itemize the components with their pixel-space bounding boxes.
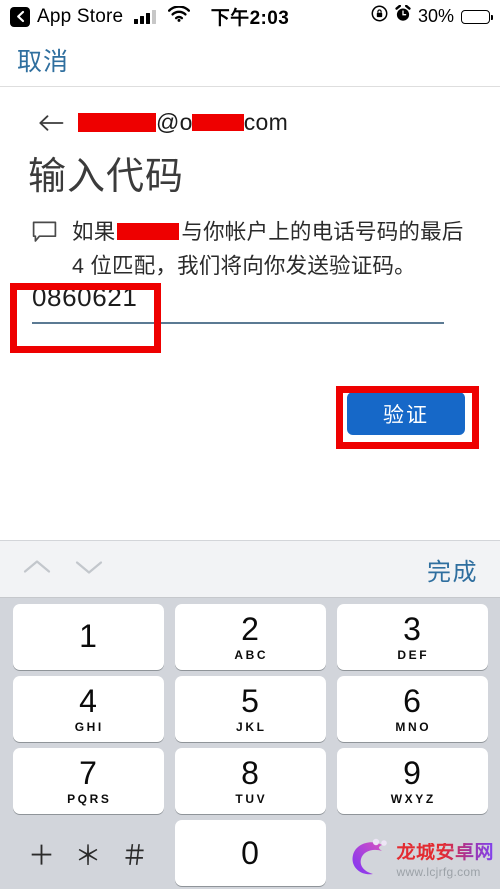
- key-letters: WXYZ: [390, 791, 436, 806]
- wifi-icon: [168, 4, 191, 28]
- key-number: 6: [403, 682, 421, 719]
- key-9[interactable]: 9 WXYZ: [336, 748, 488, 814]
- chevron-down-icon[interactable]: [74, 558, 104, 581]
- key-1[interactable]: 1: [12, 604, 164, 670]
- chevron-up-icon[interactable]: [22, 558, 52, 581]
- code-input[interactable]: 0860621: [32, 282, 444, 324]
- keypad-row: 1 2 ABC 3 DEF: [7, 604, 493, 670]
- watermark-site-name: 龙城安卓网: [396, 842, 494, 863]
- key-8[interactable]: 8 TUV: [174, 748, 326, 814]
- watermark-site-url: www.lcjrfg.com: [396, 865, 481, 879]
- instruction-note: 如果 与你帐户上的电话号码的最后 4 位匹配，我们将向你发送验证码。: [32, 215, 474, 283]
- status-bar-right: 30%: [371, 4, 493, 28]
- status-bar-back-app-label[interactable]: App Store: [37, 6, 123, 28]
- key-letters: ABC: [234, 647, 269, 662]
- account-email: @o com: [78, 109, 288, 136]
- key-6[interactable]: 6 MNO: [336, 676, 488, 742]
- redaction-domain: [191, 114, 244, 131]
- key-number: 8: [241, 754, 259, 791]
- email-domain-prefix: @o: [156, 109, 193, 135]
- key-symbols[interactable]: ＋ ＊ ＃: [13, 820, 164, 886]
- chevron-left-icon[interactable]: [10, 6, 30, 27]
- key-2[interactable]: 2 ABC: [174, 604, 326, 670]
- redaction-phone: [117, 222, 180, 240]
- code-input-value[interactable]: 0860621: [32, 282, 444, 322]
- key-number: 9: [403, 754, 421, 791]
- key-number: 7: [79, 754, 97, 791]
- dragon-c-logo-icon: [346, 836, 392, 885]
- key-letters: JKL: [236, 719, 267, 734]
- key-letters: GHI: [74, 719, 104, 734]
- key-5[interactable]: 5 JKL: [174, 676, 326, 742]
- message-bubble-icon: [32, 221, 57, 283]
- rotation-lock-icon: [371, 5, 388, 28]
- page-title: 输入代码: [28, 156, 185, 198]
- email-domain-suffix: com: [243, 109, 289, 135]
- cancel-button[interactable]: 取消: [17, 42, 69, 78]
- main-content: @o com 输入代码 如果 与你帐户上的电话号码的最后 4 位匹配，我们将向你发送…: [0, 87, 500, 540]
- top-action-bar: 取消: [0, 33, 500, 86]
- account-row: @o com: [38, 109, 288, 136]
- field-navigation-group: [22, 558, 104, 581]
- keyboard-done-button[interactable]: 完成: [427, 552, 478, 587]
- key-number: 1: [79, 617, 97, 654]
- key-letters: PQRS: [67, 791, 112, 806]
- instruction-text: 如果 与你帐户上的电话号码的最后 4 位匹配，我们将向你发送验证码。: [72, 215, 474, 283]
- key-number: 0: [241, 835, 259, 871]
- instruction-text-before: 如果: [72, 220, 116, 244]
- keyboard-accessory-bar: 完成: [0, 540, 500, 598]
- status-bar-left: App Store: [10, 4, 191, 28]
- key-letters: MNO: [395, 719, 432, 734]
- code-input-underline: [32, 322, 444, 324]
- battery-percent-label: 30%: [417, 6, 454, 26]
- keypad-row: 4 GHI 5 JKL 6 MNO: [7, 676, 493, 742]
- keypad-row: 7 PQRS 8 TUV 9 WXYZ: [7, 748, 493, 814]
- alarm-clock-icon: [395, 4, 411, 28]
- key-number: 4: [79, 682, 97, 719]
- site-watermark: 龙城安卓网 www.lcjrfg.com: [346, 836, 494, 885]
- cellular-signal-icon: [134, 9, 157, 24]
- status-bar: App Store 下午2:03 30%: [0, 0, 500, 33]
- phone-screen: App Store 下午2:03 30% 取消 @o com 输入代码 如果 与…: [0, 0, 500, 889]
- key-3[interactable]: 3 DEF: [336, 604, 488, 670]
- key-4[interactable]: 4 GHI: [12, 676, 164, 742]
- key-0[interactable]: 0: [174, 820, 326, 886]
- key-letters: TUV: [235, 791, 268, 806]
- key-symbols-label: ＋ ＊ ＃: [27, 840, 154, 871]
- watermark-text: 龙城安卓网 www.lcjrfg.com: [396, 843, 494, 878]
- key-number: 3: [403, 610, 421, 647]
- verify-button[interactable]: 验证: [347, 392, 465, 435]
- key-number: 2: [241, 610, 259, 647]
- redaction-username: [78, 113, 156, 132]
- arrow-left-icon[interactable]: [38, 113, 64, 133]
- battery-icon: [461, 9, 493, 24]
- key-number: 5: [241, 682, 259, 719]
- key-7[interactable]: 7 PQRS: [12, 748, 164, 814]
- key-letters: DEF: [397, 647, 430, 662]
